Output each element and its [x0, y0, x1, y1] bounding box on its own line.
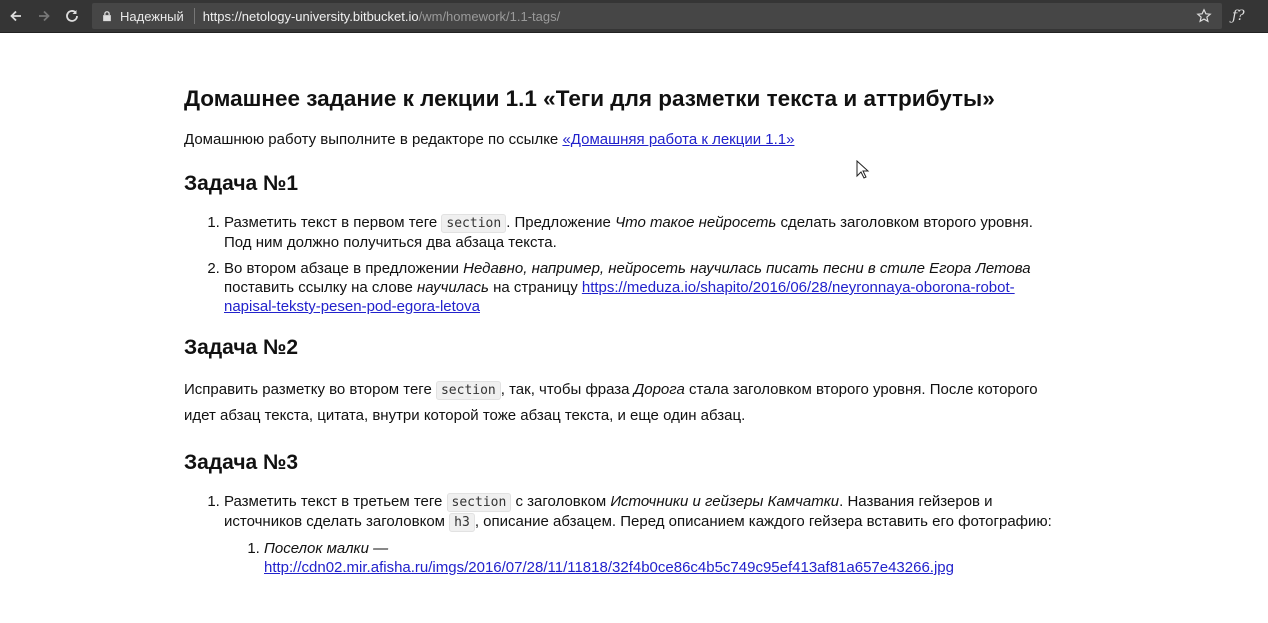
list-item: Разметить текст в третьем теге section с…	[224, 492, 1064, 577]
task3-sublist: Поселок малки — http://cdn02.mir.afisha.r…	[224, 539, 1064, 577]
task2-text2: , так, чтобы фраза	[500, 381, 634, 398]
reload-button[interactable]	[60, 4, 84, 28]
task2-em: Дорога	[633, 381, 685, 398]
list-item: Во втором абзаце в предложении Недавно, …	[224, 259, 1064, 316]
image-link[interactable]: http://cdn02.mir.afisha.ru/imgs/2016/07/…	[264, 559, 954, 576]
task1-heading: Задача №1	[184, 172, 299, 195]
task3-list: Разметить текст в третьем теге section с…	[184, 492, 1064, 577]
task1-item2-text: Во втором абзаце в предложении	[224, 260, 464, 277]
forward-button[interactable]	[32, 4, 56, 28]
lock-icon	[100, 9, 114, 23]
geyser-title: Поселок малки —	[264, 540, 389, 557]
task1-item2-text2: поставить ссылку на слове	[224, 279, 418, 296]
task1-list: Разметить текст в первом теге section. П…	[184, 213, 1064, 316]
back-button[interactable]	[4, 4, 28, 28]
intro-text: Домашнюю работу выполните в редакторе по…	[184, 131, 563, 148]
task1-item2-em2: научилась	[417, 279, 489, 296]
address-separator	[193, 8, 195, 24]
task3-item1-text2: с заголовком	[511, 493, 611, 510]
homework-link[interactable]: «Домашняя работа к лекции 1.1»	[562, 131, 794, 148]
task2-paragraph: Исправить разметку во втором теге sectio…	[184, 377, 1064, 428]
page-title: Домашнее задание к лекции 1.1 «Теги для …	[184, 86, 995, 111]
arrow-left-icon	[10, 10, 21, 22]
task1-item2-text3: на страницу	[488, 279, 582, 296]
intro-paragraph: Домашнюю работу выполните в редакторе по…	[184, 130, 1064, 149]
task1-item1-em: Что такое нейросеть	[615, 214, 777, 231]
list-item: Разметить текст в первом теге section. П…	[224, 213, 1064, 252]
task3-item1-text4: , описание абзацем. Перед описанием кажд…	[474, 513, 1052, 530]
url-host: https://netology-university.bitbucket.io	[202, 8, 419, 24]
task3-heading: Задача №3	[184, 451, 299, 474]
extension-icon[interactable]: ƒ?	[1232, 8, 1245, 24]
reload-icon	[66, 10, 78, 22]
code-section: section	[441, 214, 507, 233]
mouse-cursor-icon	[856, 160, 870, 179]
code-section: section	[435, 381, 501, 400]
bookmark-star-icon[interactable]	[1196, 8, 1212, 24]
task3-item1-text: Разметить текст в третьем теге	[224, 493, 447, 510]
address-bar[interactable]: Надежный https://netology-university.bit…	[92, 3, 1222, 29]
task1-item2-em: Недавно, например, нейросеть научилась п…	[463, 260, 1031, 277]
task1-item1-text: Разметить текст в первом теге	[224, 214, 442, 231]
task3-item1-em: Источники и гейзеры Камчатки	[610, 493, 840, 510]
page-content: Домашнее задание к лекции 1.1 «Теги для …	[184, 33, 1064, 577]
arrow-right-icon	[39, 10, 50, 22]
code-h3: h3	[449, 513, 475, 532]
url-text[interactable]: https://netology-university.bitbucket.io…	[203, 9, 560, 24]
url-path: /wm/homework/1.1-tags/	[418, 8, 561, 24]
secure-label: Надежный	[120, 8, 184, 24]
code-section: section	[446, 493, 512, 512]
task2-heading: Задача №2	[184, 336, 299, 359]
task1-item1-text2: . Предложение	[506, 214, 616, 231]
browser-toolbar: Надежный https://netology-university.bit…	[0, 0, 1268, 33]
list-item: Поселок малки — http://cdn02.mir.afisha.r…	[264, 539, 1064, 577]
task2-text: Исправить разметку во втором теге	[184, 381, 436, 398]
